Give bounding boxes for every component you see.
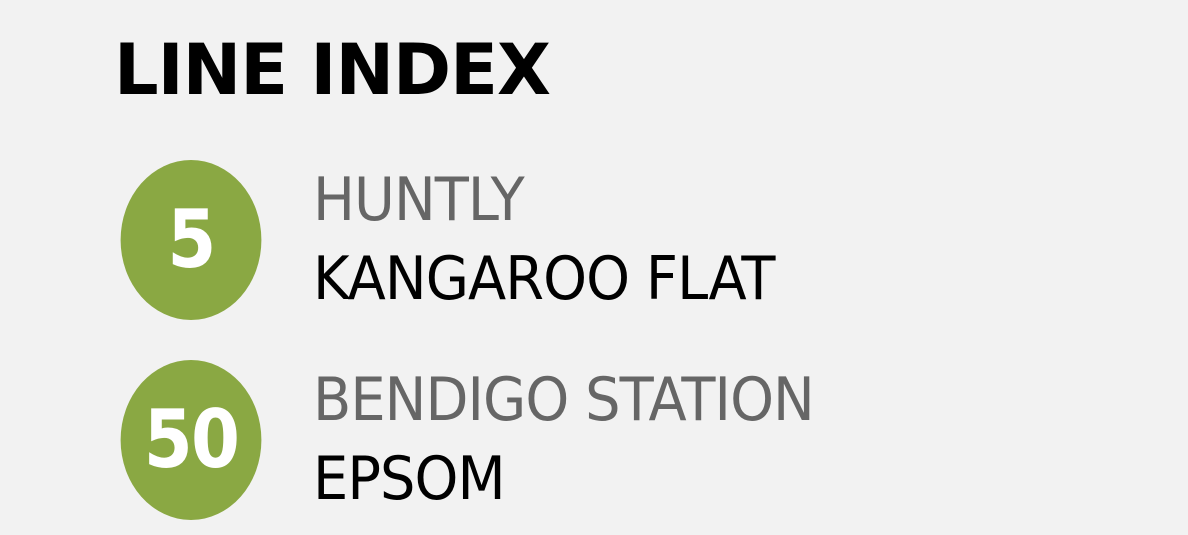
line-number-badge: 50 [120,360,262,520]
route-origin: HUNTLY [313,165,525,235]
line-item-50[interactable]: 50 BENDIGO STATION EPSOM [111,360,1011,520]
route-destination: EPSOM [313,444,506,514]
page-title: LINE INDEX [114,29,551,111]
route-destination: KANGAROO FLAT [313,244,776,314]
route-origin: BENDIGO STATION [313,365,815,435]
line-number: 50 [143,393,240,486]
line-item-5[interactable]: 5 HUNTLY KANGAROO FLAT [111,160,1011,320]
line-number: 5 [167,193,216,286]
line-number-badge: 5 [120,160,262,320]
